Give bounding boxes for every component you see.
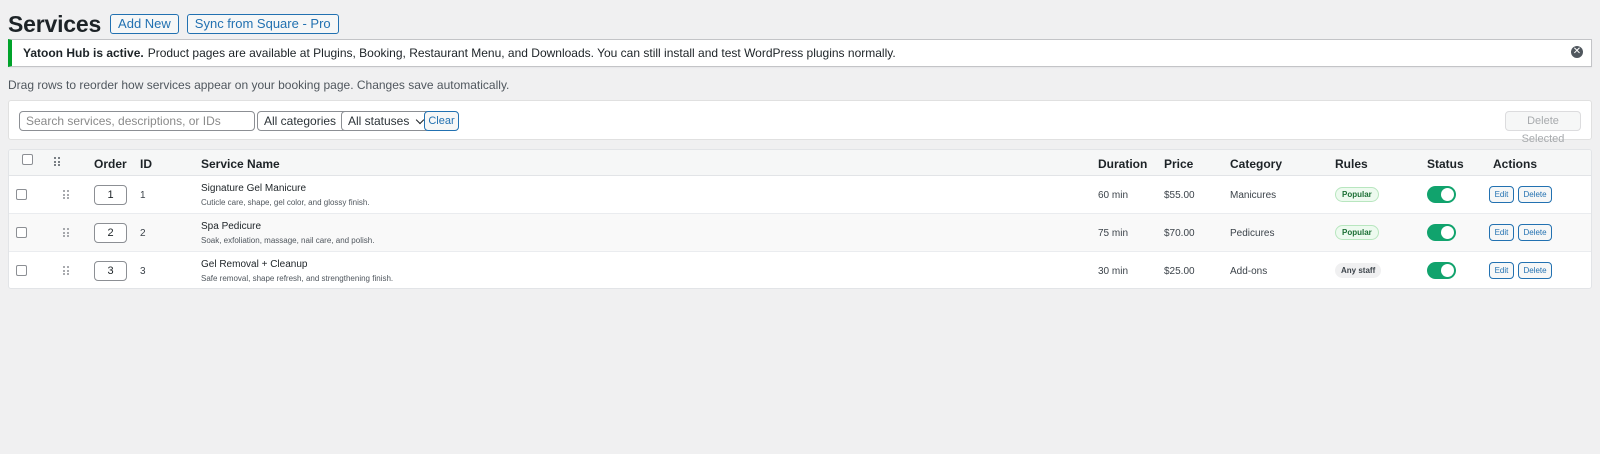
select-all-checkbox[interactable] xyxy=(22,154,33,165)
add-new-button[interactable]: Add New xyxy=(110,14,179,34)
drag-handle-icon xyxy=(54,157,60,166)
notice-success: Yatoon Hub is active. Product pages are … xyxy=(8,39,1592,67)
rule-badge: Popular xyxy=(1335,225,1379,240)
drag-handle-icon[interactable] xyxy=(63,266,69,275)
category-select-value: All categories xyxy=(264,114,337,128)
drag-handle-icon[interactable] xyxy=(63,228,69,237)
notice-title: Yatoon Hub is active. xyxy=(23,46,144,60)
col-status: Status xyxy=(1427,157,1464,171)
status-select-value: All statuses xyxy=(348,114,410,128)
service-name: Spa Pedicure xyxy=(201,221,262,232)
col-actions: Actions xyxy=(1493,157,1538,171)
drag-handle-icon[interactable] xyxy=(63,190,69,199)
sync-square-button[interactable]: Sync from Square - Pro xyxy=(186,14,339,34)
filter-bar: All categories All statuses Clear Delete… xyxy=(8,100,1592,145)
service-price: $55.00 xyxy=(1164,190,1195,201)
table-header: Order ID Service Name Duration Price Cat… xyxy=(9,150,1591,176)
service-category: Manicures xyxy=(1230,190,1277,201)
order-input[interactable]: 2 xyxy=(94,223,127,243)
service-price: $25.00 xyxy=(1164,266,1195,277)
page-title: Services xyxy=(8,11,102,37)
help-text: Drag rows to reorder how services appear… xyxy=(8,78,510,92)
col-name[interactable]: Service Name xyxy=(201,157,280,171)
rule-badge: Any staff xyxy=(1335,263,1382,278)
col-price[interactable]: Price xyxy=(1164,157,1193,171)
service-description: Safe removal, shape refresh, and strengt… xyxy=(201,274,394,283)
delete-button[interactable]: Delete xyxy=(1518,262,1552,279)
order-input[interactable]: 3 xyxy=(94,261,127,281)
delete-selected-button[interactable]: Delete Selected xyxy=(1505,111,1581,145)
row-checkbox[interactable] xyxy=(16,189,27,200)
service-description: Cuticle care, shape, gel color, and glos… xyxy=(201,198,370,207)
row-checkbox[interactable] xyxy=(16,265,27,276)
dismiss-icon[interactable]: ✕ xyxy=(1571,46,1583,58)
table-row[interactable]: 2 2 Spa Pedicure Soak, exfoliation, mass… xyxy=(9,214,1591,252)
edit-button[interactable]: Edit xyxy=(1489,262,1514,279)
clear-button[interactable]: Clear xyxy=(424,111,459,131)
service-id: 3 xyxy=(140,266,146,277)
edit-button[interactable]: Edit xyxy=(1489,186,1514,203)
service-id: 1 xyxy=(140,190,146,201)
service-category: Add-ons xyxy=(1230,266,1268,277)
page-header: Services Add New Sync from Square - Pro xyxy=(8,12,339,36)
service-duration: 30 min xyxy=(1098,266,1129,277)
col-rules: Rules xyxy=(1335,157,1368,171)
service-duration: 60 min xyxy=(1098,190,1129,201)
row-checkbox[interactable] xyxy=(16,227,27,238)
table-row[interactable]: 3 3 Gel Removal + Cleanup Safe removal, … xyxy=(9,252,1591,288)
search-input[interactable] xyxy=(19,111,255,131)
service-description: Soak, exfoliation, massage, nail care, a… xyxy=(201,236,375,245)
table-row[interactable]: 1 1 Signature Gel Manicure Cuticle care,… xyxy=(9,176,1591,214)
service-id: 2 xyxy=(140,228,146,239)
service-name: Signature Gel Manicure xyxy=(201,183,307,194)
service-duration: 75 min xyxy=(1098,228,1129,239)
status-toggle[interactable] xyxy=(1427,224,1456,241)
notice-text: Product pages are available at Plugins, … xyxy=(147,46,896,60)
rule-badge: Popular xyxy=(1335,187,1379,202)
services-table: Order ID Service Name Duration Price Cat… xyxy=(8,149,1592,289)
service-price: $70.00 xyxy=(1164,228,1195,239)
status-toggle[interactable] xyxy=(1427,186,1456,203)
delete-button[interactable]: Delete xyxy=(1518,224,1552,241)
col-duration[interactable]: Duration xyxy=(1098,157,1147,171)
delete-button[interactable]: Delete xyxy=(1518,186,1552,203)
service-category: Pedicures xyxy=(1230,228,1275,239)
col-order[interactable]: Order xyxy=(94,157,127,171)
order-input[interactable]: 1 xyxy=(94,185,127,205)
status-toggle[interactable] xyxy=(1427,262,1456,279)
col-id[interactable]: ID xyxy=(140,157,152,171)
edit-button[interactable]: Edit xyxy=(1489,224,1514,241)
service-name: Gel Removal + Cleanup xyxy=(201,259,308,270)
col-category[interactable]: Category xyxy=(1230,157,1282,171)
status-select[interactable]: All statuses xyxy=(341,111,431,131)
